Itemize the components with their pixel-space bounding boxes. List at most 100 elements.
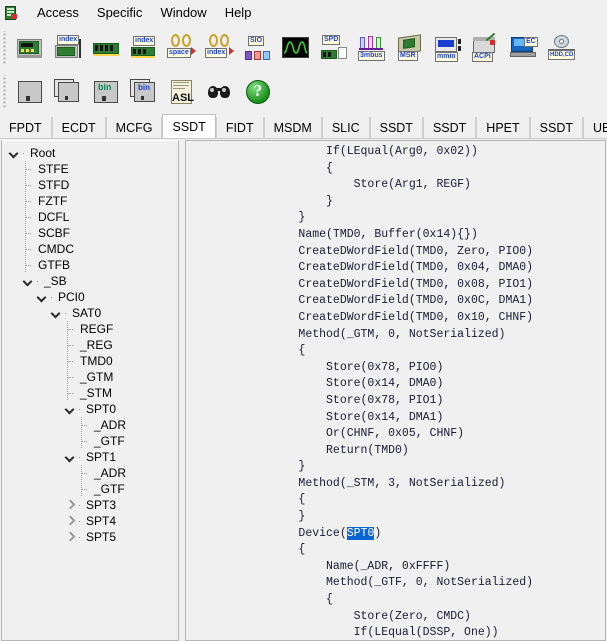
toolbar-pci-index[interactable]: index (50, 30, 86, 66)
menu-access[interactable]: Access (28, 2, 88, 24)
menu-help[interactable]: Help (216, 2, 261, 24)
tab-uefi-11[interactable]: UEFI (582, 117, 607, 139)
chevron-down-icon[interactable] (8, 145, 21, 161)
chevron-down-icon[interactable] (36, 289, 49, 305)
toolbar-io-space[interactable]: space (164, 30, 200, 66)
toolbar-spd[interactable]: SPD (316, 30, 352, 66)
toolbar-find[interactable] (202, 74, 238, 110)
toolbar-mmio[interactable]: mmio (430, 30, 466, 66)
tree-item-sat0[interactable]: · SAT0 (2, 305, 178, 321)
menu-specific[interactable]: Specific (88, 2, 152, 24)
tree-leaf-marker (22, 161, 35, 177)
hdd-cd-icon: HDD,CD (547, 33, 577, 63)
tree-item-spt3[interactable]: · SPT3 (2, 497, 178, 513)
tree-leaf-marker (22, 209, 35, 225)
tree-item-pci0[interactable]: · PCI0 (2, 289, 178, 305)
toolbar-ec[interactable]: EC (506, 30, 542, 66)
tab-msdm-5[interactable]: MSDM (263, 117, 322, 139)
toolbar-save-bin[interactable]: bin (88, 74, 124, 110)
tab-fidt-4[interactable]: FIDT (215, 117, 264, 139)
tab-ssdt-7[interactable]: SSDT (369, 117, 423, 139)
toolbar-save[interactable] (12, 74, 48, 110)
toolbar-acpi[interactable]: ACPI (468, 30, 504, 66)
tree-item-stm[interactable]: _STM (2, 385, 178, 401)
tab-label: FPDT (9, 121, 42, 135)
toolbar-grip-1[interactable] (2, 31, 9, 65)
tree-item-cmdc[interactable]: CMDC (2, 241, 178, 257)
tab-mcfg-2[interactable]: MCFG (105, 117, 163, 139)
tab-ssdt-8[interactable]: SSDT (422, 117, 477, 139)
chevron-right-icon[interactable] (64, 497, 77, 513)
tree-item-spt0[interactable]: · SPT0 (2, 401, 178, 417)
tree-item-label: STFE (38, 162, 69, 176)
tree-item-reg[interactable]: _REG (2, 337, 178, 353)
tab-fpdt-0[interactable]: FPDT (0, 117, 52, 139)
tab-ssdt-10[interactable]: SSDT (529, 117, 583, 139)
aml-code-pane[interactable]: If(LEqual(Arg0, 0x02)) { Store(Arg1, REG… (185, 140, 606, 641)
chevron-down-icon[interactable] (22, 273, 35, 289)
tab-hpet-9[interactable]: HPET (476, 117, 530, 139)
chevron-right-icon[interactable] (64, 513, 77, 529)
chevron-down-icon[interactable] (50, 305, 63, 321)
tree-item-tmd0[interactable]: TMD0 (2, 353, 178, 369)
tree-item-regf[interactable]: REGF (2, 321, 178, 337)
toolbar-io-index[interactable]: index (202, 30, 238, 66)
tree-item-fztf[interactable]: FZTF (2, 193, 178, 209)
tree-item-root[interactable]: · Root (2, 145, 178, 161)
tree-item-gtm[interactable]: _GTM (2, 369, 178, 385)
memory-icon (91, 33, 121, 63)
toolbar-sio-label: SIO (248, 36, 265, 46)
tree-item-adr[interactable]: _ADR (2, 465, 178, 481)
toolbar-smbus[interactable]: 3mbus (354, 30, 390, 66)
tree-leaf-marker (78, 433, 91, 449)
tree-item-label: GTFB (38, 258, 70, 272)
toolbar-msr[interactable]: MSR (392, 30, 428, 66)
tree-item-adr[interactable]: _ADR (2, 417, 178, 433)
toolbar-save-all-bin[interactable]: bin (126, 74, 162, 110)
tree-item-dcfl[interactable]: DCFL (2, 209, 178, 225)
acpi-chip-icon (4, 5, 20, 21)
toolbar-grip-2[interactable] (2, 75, 9, 109)
tree-item-scbf[interactable]: SCBF (2, 225, 178, 241)
tree-item-label: CMDC (38, 242, 74, 256)
tab-label: SSDT (172, 120, 206, 134)
code-selection[interactable]: SPT0 (346, 526, 375, 540)
spd-icon: SPD (319, 33, 349, 63)
toolbar-asl[interactable]: ASL (164, 74, 200, 110)
toolbar-memory-index[interactable]: index (126, 30, 162, 66)
tree-item-label: SPT0 (86, 402, 117, 416)
tree-item-label: _ADR (94, 418, 127, 432)
tree-item-stfd[interactable]: STFD (2, 177, 178, 193)
tree-item-gtf[interactable]: _GTF (2, 433, 178, 449)
tree-item-spt5[interactable]: · SPT5 (2, 529, 178, 545)
tree-item-stfe[interactable]: STFE (2, 161, 178, 177)
toolbar-clock[interactable] (278, 30, 314, 66)
tab-ecdt-1[interactable]: ECDT (51, 117, 106, 139)
aml-tree-pane[interactable]: · Root STFE STFD FZTF DCFL SCBF CMDC GTFB · _SB · PC… (1, 140, 179, 641)
toolbar-asl-label: ASL (172, 92, 194, 104)
tab-label: MCFG (115, 121, 153, 135)
tree-item-gtfb[interactable]: GTFB (2, 257, 178, 273)
chevron-down-icon[interactable] (64, 449, 77, 465)
tree-item-label: _ADR (94, 466, 127, 480)
tree-item-spt4[interactable]: · SPT4 (2, 513, 178, 529)
tab-ssdt-3[interactable]: SSDT (162, 114, 216, 139)
tree-item-gtf[interactable]: _GTF (2, 481, 178, 497)
toolbar-save-all[interactable] (50, 74, 86, 110)
tab-slic-6[interactable]: SLIC (321, 117, 370, 139)
toolbar-hdd-cd[interactable]: HDD,CD (544, 30, 580, 66)
toolbar-spd-label: SPD (322, 35, 341, 45)
find-icon (205, 77, 235, 107)
tree-item-spt1[interactable]: · SPT1 (2, 449, 178, 465)
toolbar-memory[interactable] (88, 30, 124, 66)
tree-item-sb[interactable]: · _SB (2, 273, 178, 289)
toolbar-sio[interactable]: SIO (240, 30, 276, 66)
menu-window[interactable]: Window (151, 2, 215, 24)
chevron-right-icon[interactable] (64, 529, 77, 545)
help-icon: ? (243, 77, 273, 107)
chevron-down-icon[interactable] (64, 401, 77, 417)
toolbar-help[interactable]: ? (240, 74, 276, 110)
toolbar-pci[interactable] (12, 30, 48, 66)
aml-code-text[interactable]: If(LEqual(Arg0, 0x02)) { Store(Arg1, REG… (186, 141, 605, 640)
tree-item-label: _GTF (94, 482, 125, 496)
